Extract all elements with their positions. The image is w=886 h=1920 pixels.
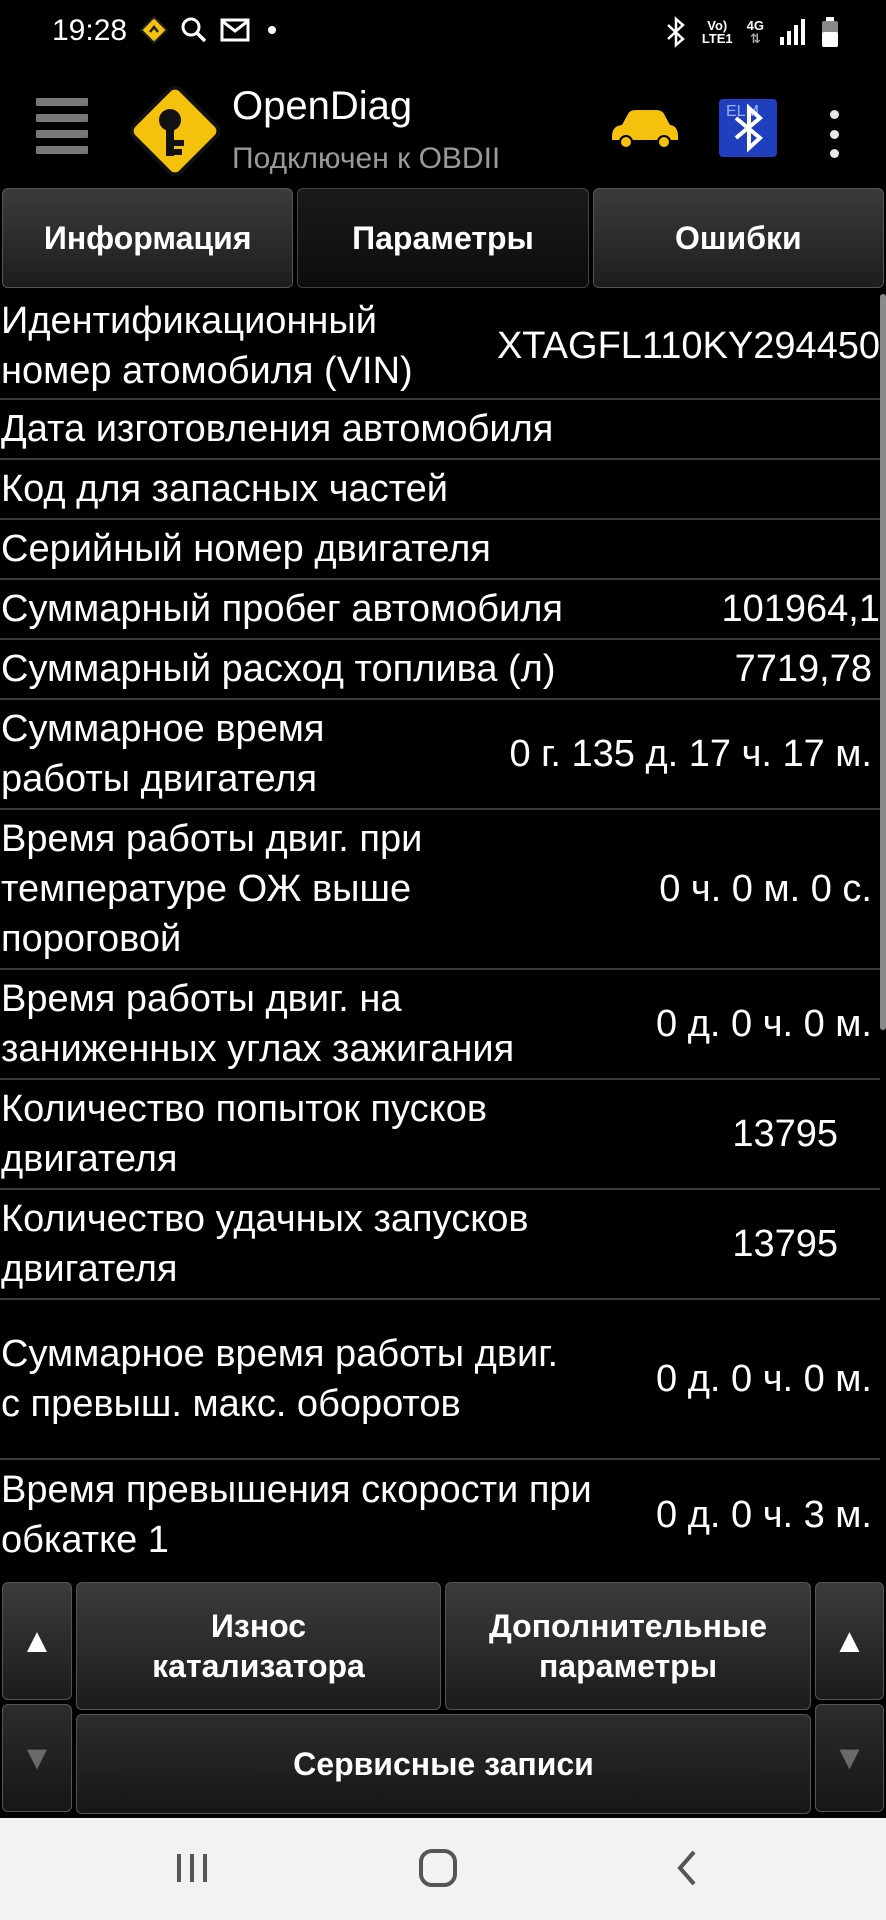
param-row[interactable]: Время работы двиг. на заниженных углах з… bbox=[0, 970, 880, 1080]
tab-errors[interactable]: Ошибки bbox=[592, 188, 884, 288]
recent-apps-icon[interactable] bbox=[174, 1848, 210, 1888]
navigation-icon bbox=[140, 16, 168, 44]
status-time: 19:28 bbox=[52, 14, 128, 47]
scroll-up-left-button[interactable]: ▲ bbox=[2, 1582, 72, 1700]
param-row[interactable]: Время работы двиг. при температуре ОЖ вы… bbox=[0, 810, 880, 970]
param-row[interactable]: Суммарное время работы двиг. с превыш. м… bbox=[0, 1300, 880, 1460]
arrow-up-icon: ▲ bbox=[20, 1622, 54, 1660]
bluetooth-adapter-icon[interactable]: ELM bbox=[718, 98, 778, 158]
app-logo-icon bbox=[129, 85, 221, 177]
signal-icon bbox=[780, 19, 805, 45]
car-icon[interactable] bbox=[608, 106, 680, 150]
bluetooth-icon bbox=[666, 16, 685, 48]
back-icon[interactable] bbox=[672, 1848, 702, 1888]
network-type: 4G ⇅ bbox=[746, 18, 764, 46]
scroll-down-right-button[interactable]: ▼ bbox=[815, 1704, 884, 1812]
arrow-up-icon: ▲ bbox=[832, 1622, 867, 1660]
list-scrollbar[interactable] bbox=[880, 294, 886, 1030]
parameter-list[interactable]: Идентификационный номер атомобиля (VIN) … bbox=[0, 294, 880, 1570]
additional-parameters-button[interactable]: Дополнительные параметры bbox=[445, 1582, 811, 1710]
network-label: Vo) LTE1 bbox=[701, 18, 733, 46]
param-row[interactable]: Время превышения скорости при обкатке 1 … bbox=[0, 1460, 880, 1570]
service-records-button[interactable]: Сервисные записи bbox=[76, 1714, 811, 1814]
tab-information[interactable]: Информация bbox=[2, 188, 294, 288]
dot-icon bbox=[268, 26, 276, 34]
system-nav-bar bbox=[0, 1818, 886, 1920]
tab-bar: Информация Параметры Ошибки bbox=[0, 188, 886, 292]
param-row-vin[interactable]: Идентификационный номер атомобиля (VIN) … bbox=[0, 294, 880, 400]
scroll-down-left-button[interactable]: ▼ bbox=[2, 1704, 72, 1812]
search-icon bbox=[181, 17, 207, 43]
overflow-menu-icon[interactable] bbox=[826, 110, 842, 158]
connection-status: Подключен к OBDII bbox=[232, 142, 501, 175]
param-row[interactable]: Суммарный пробег автомобиля 101964,1 bbox=[0, 580, 880, 640]
menu-icon[interactable] bbox=[36, 98, 88, 154]
param-row[interactable]: Код для запасных частей bbox=[0, 460, 880, 520]
param-row[interactable]: Дата изготовления автомобиля bbox=[0, 400, 880, 460]
tab-parameters[interactable]: Параметры bbox=[297, 188, 589, 288]
battery-icon bbox=[822, 17, 838, 47]
param-row[interactable]: Количество попыток пусков двигателя 1379… bbox=[0, 1080, 880, 1190]
home-icon[interactable] bbox=[418, 1848, 458, 1888]
param-row[interactable]: Суммарный расход топлива (л) 7719,78 bbox=[0, 640, 880, 700]
mail-icon bbox=[220, 18, 250, 42]
app-bar: OpenDiag Подключен к OBDII ELM bbox=[0, 70, 886, 188]
param-row[interactable]: Количество удачных запусков двигателя 13… bbox=[0, 1190, 880, 1300]
arrow-down-icon: ▼ bbox=[20, 1739, 54, 1777]
app-title: OpenDiag bbox=[232, 84, 413, 128]
catalyst-wear-button[interactable]: Износ катализатора bbox=[76, 1582, 441, 1710]
param-row[interactable]: Суммарное время работы двигателя 0 г. 13… bbox=[0, 700, 880, 810]
arrow-down-icon: ▼ bbox=[832, 1739, 867, 1777]
scroll-up-right-button[interactable]: ▲ bbox=[815, 1582, 884, 1700]
param-row[interactable]: Серийный номер двигателя bbox=[0, 520, 880, 580]
status-bar: 19:28 Vo) LTE1 4G ⇅ bbox=[0, 0, 886, 70]
